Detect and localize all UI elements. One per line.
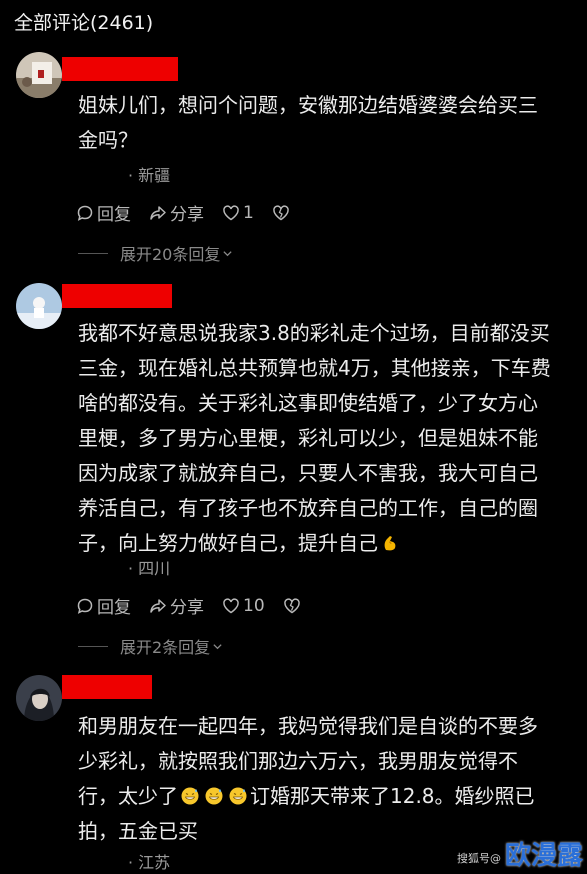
like-count: 10: [243, 595, 265, 616]
location: · 新疆: [128, 166, 171, 185]
heart-icon: [223, 204, 239, 220]
reply-label: 回复: [97, 205, 131, 225]
location: · 江苏: [128, 853, 171, 872]
expand-replies[interactable]: 展开2条回复: [78, 634, 223, 658]
dislike-button[interactable]: [283, 597, 304, 615]
location: · 四川: [128, 559, 171, 578]
comment-line: 里梗，多了男方心里梗，彩礼可以少，但是姐妹不能: [78, 426, 538, 450]
grin-sweat-emoji-icon: [229, 787, 247, 805]
flexed-arm-emoji-icon: [384, 536, 396, 551]
expand-label: 展开2条回复: [120, 638, 211, 657]
comment-line: 因为成家了就放弃自己，只要人不害我，我大可自己: [78, 461, 538, 485]
comment-line-text: 行，太少了: [78, 784, 178, 808]
dislike-button[interactable]: [272, 204, 293, 222]
comment-line: 少彩礼，就按照我们那边六万六，我男朋友觉得不: [78, 749, 518, 773]
avatar[interactable]: [16, 52, 62, 98]
comment-line-text: 订婚那天带来了12.8。婚纱照已: [250, 784, 535, 808]
share-button[interactable]: 分享: [149, 200, 204, 225]
share-icon: [150, 205, 166, 220]
comment-line: 和男朋友在一起四年，我妈觉得我们是自谈的不要多: [78, 714, 538, 738]
expand-divider: [78, 645, 108, 647]
reply-icon: [77, 205, 93, 221]
avatar-image: [16, 283, 62, 329]
comment-line: 养活自己，有了孩子也不放弃自己的工作，自己的圈: [78, 496, 538, 520]
comment-line: 三金，现在婚礼总共预算也就4万，其他接亲，下车费: [78, 356, 551, 380]
avatar[interactable]: [16, 283, 62, 329]
redacted-username: [62, 284, 172, 308]
comment-text: 姐妹儿们，想问个问题，安徽那边结婚婆婆会给买三 金吗？: [78, 88, 578, 158]
comment-line: 啥的都没有。关于彩礼这事即使结婚了，少了女方心: [78, 391, 538, 415]
share-button[interactable]: 分享: [149, 593, 204, 618]
broken-heart-icon: [273, 204, 289, 220]
share-label: 分享: [170, 205, 204, 225]
action-bar: 回复 分享 1: [76, 200, 311, 225]
like-button[interactable]: 10: [222, 596, 265, 616]
comment-line: 姐妹儿们，想问个问题，安徽那边结婚婆婆会给买三: [78, 93, 538, 117]
reply-button[interactable]: 回复: [76, 200, 131, 225]
comment-text: 和男朋友在一起四年，我妈觉得我们是自谈的不要多 少彩礼，就按照我们那边六万六，我…: [78, 709, 578, 849]
avatar-image: [16, 675, 62, 721]
comment-line-text: 子，向上努力做好自己，提升自己: [78, 531, 378, 555]
redacted-username: [62, 675, 152, 699]
broken-heart-icon: [283, 597, 300, 613]
expand-divider: [78, 252, 108, 254]
comment-line: 我都不好意思说我家3.8的彩礼走个过场，目前都没买: [78, 321, 550, 345]
comment-line: 行，太少了 订婚那天带来了12.8。婚纱照已: [78, 779, 578, 814]
redacted-username: [62, 57, 178, 81]
comment-text: 我都不好意思说我家3.8的彩礼走个过场，目前都没买 三金，现在婚礼总共预算也就4…: [78, 316, 578, 561]
expand-label: 展开20条回复: [120, 245, 221, 264]
watermark-logo: 欧漫露: [504, 841, 583, 871]
grin-sweat-emoji-icon: [205, 787, 223, 805]
reply-label: 回复: [97, 598, 131, 618]
watermark: 搜狐号@ 欧漫露: [457, 835, 583, 872]
grin-sweat-emoji-icon: [181, 787, 199, 805]
share-icon: [150, 598, 166, 613]
like-button[interactable]: 1: [222, 203, 254, 223]
like-count: 1: [243, 202, 254, 223]
chevron-down-icon: [223, 250, 232, 256]
watermark-source: 搜狐号@: [456, 852, 501, 865]
avatar-image: [16, 52, 62, 98]
share-label: 分享: [170, 598, 204, 618]
comment-line: 金吗？: [78, 128, 138, 152]
action-bar: 回复 分享 10: [76, 593, 322, 618]
chevron-down-icon: [213, 643, 222, 649]
comments-header: 全部评论(2461): [14, 12, 154, 34]
avatar[interactable]: [16, 675, 62, 721]
expand-replies[interactable]: 展开20条回复: [78, 241, 233, 265]
reply-icon: [77, 598, 93, 614]
heart-icon: [223, 597, 239, 613]
reply-button[interactable]: 回复: [76, 593, 131, 618]
